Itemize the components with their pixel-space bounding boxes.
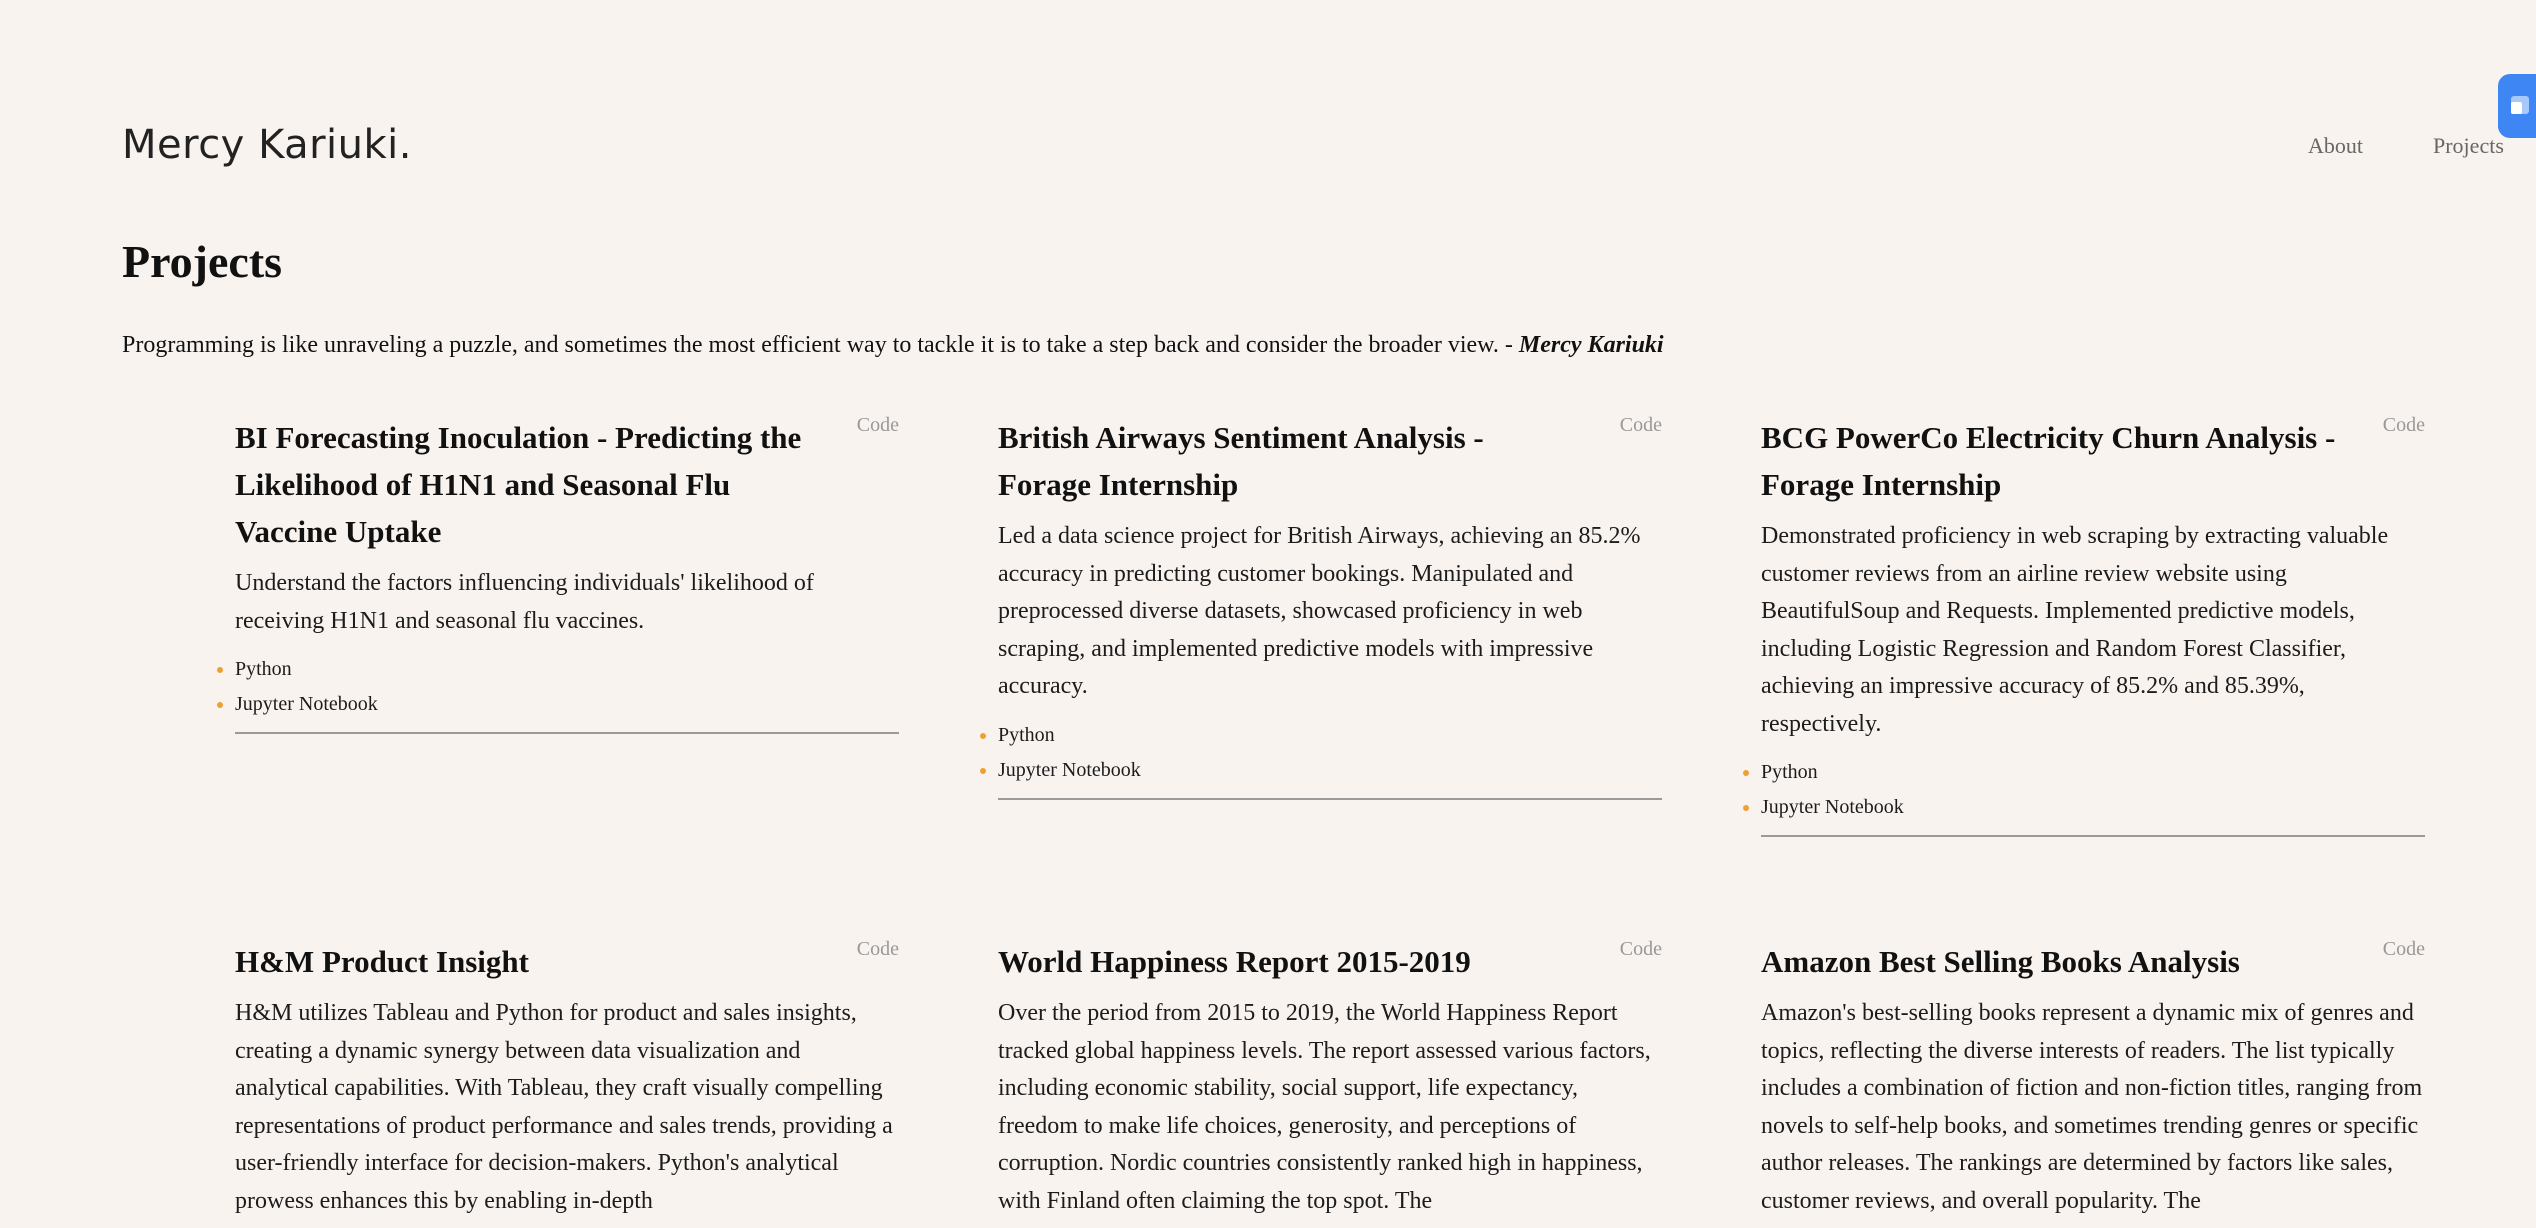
- tag-item: Jupyter Notebook: [217, 687, 899, 722]
- nav-link-projects[interactable]: Projects: [2433, 133, 2504, 159]
- site-logo[interactable]: Mercy Kariuki.: [122, 122, 412, 168]
- project-description: Led a data science project for British A…: [998, 523, 1641, 699]
- page-title: Projects: [122, 236, 283, 287]
- page-quote: Programming is like unraveling a puzzle,…: [122, 332, 1664, 359]
- code-link[interactable]: Code: [1620, 414, 1662, 437]
- project-card: Code BI Forecasting Inoculation - Predic…: [217, 414, 899, 734]
- project-card: Code British Airways Sentiment Analysis …: [980, 414, 1662, 800]
- code-link[interactable]: Code: [857, 414, 899, 437]
- project-card: Code BCG PowerCo Electricity Churn Analy…: [1743, 414, 2425, 837]
- nav-link-about[interactable]: About: [2308, 133, 2363, 159]
- project-card: Code H&M Product Insight H&M utilizes Ta…: [235, 938, 899, 1220]
- page: Mercy Kariuki. About Projects Projects P…: [0, 0, 2536, 1228]
- tag-list: Python Jupyter Notebook: [980, 718, 1662, 788]
- project-card: Code World Happiness Report 2015-2019 Ov…: [998, 938, 1662, 1220]
- project-title: Amazon Best Selling Books Analysis: [1761, 944, 2240, 979]
- project-description: H&M utilizes Tableau and Python for prod…: [235, 1000, 893, 1214]
- tag-item: Jupyter Notebook: [1743, 790, 2425, 825]
- tag-item: Python: [1743, 755, 2425, 790]
- tag-list: Python Jupyter Notebook: [217, 652, 899, 722]
- project-title: British Airways Sentiment Analysis - For…: [998, 420, 1484, 502]
- project-description: Understand the factors influencing indiv…: [235, 570, 814, 634]
- side-widget-icon: [2511, 96, 2529, 114]
- project-title: World Happiness Report 2015-2019: [998, 944, 1471, 979]
- main-nav: About Projects: [2308, 133, 2504, 159]
- tag-item: Python: [217, 652, 899, 687]
- project-title: BCG PowerCo Electricity Churn Analysis -…: [1761, 420, 2336, 502]
- project-card: Code Amazon Best Selling Books Analysis …: [1761, 938, 2425, 1220]
- card-divider: [235, 732, 899, 734]
- project-title: H&M Product Insight: [235, 944, 529, 979]
- code-link[interactable]: Code: [2383, 938, 2425, 961]
- quote-text: Programming is like unraveling a puzzle,…: [122, 332, 1513, 358]
- tag-item: Jupyter Notebook: [980, 753, 1662, 788]
- card-divider: [998, 797, 1662, 800]
- code-link[interactable]: Code: [2383, 414, 2425, 437]
- side-widget-button[interactable]: [2498, 74, 2536, 138]
- code-link[interactable]: Code: [1620, 938, 1662, 961]
- card-divider: [1761, 835, 2425, 837]
- project-description: Over the period from 2015 to 2019, the W…: [998, 1000, 1651, 1214]
- project-description: Demonstrated proficiency in web scraping…: [1761, 523, 2389, 737]
- project-description: Amazon's best-selling books represent a …: [1761, 1000, 2423, 1214]
- code-link[interactable]: Code: [857, 938, 899, 961]
- project-title: BI Forecasting Inoculation - Predicting …: [235, 420, 802, 549]
- quote-author: Mercy Kariuki: [1518, 332, 1664, 358]
- tag-item: Python: [980, 718, 1662, 753]
- tag-list: Python Jupyter Notebook: [1743, 755, 2425, 825]
